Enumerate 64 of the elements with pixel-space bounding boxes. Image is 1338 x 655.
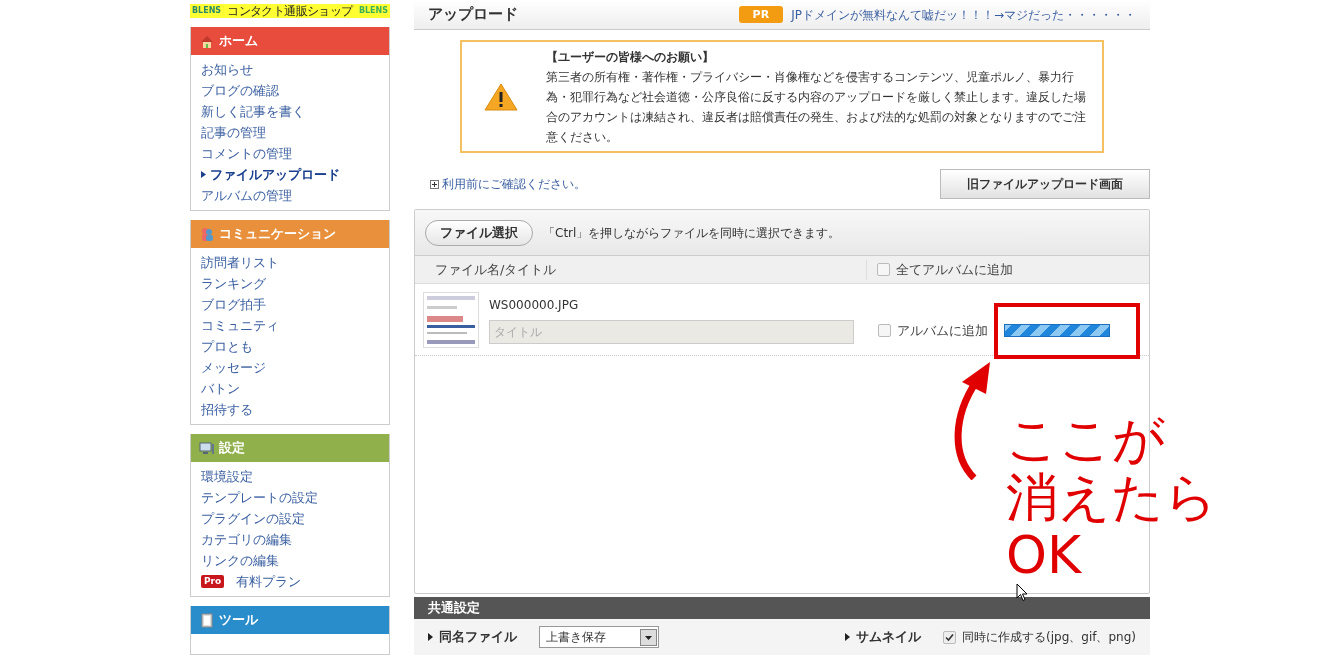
sidebar-link[interactable]: コメントの管理 [201, 143, 379, 164]
sidebar-link[interactable]: お知らせ [201, 59, 379, 80]
mouse-cursor [1016, 583, 1028, 602]
field-label: サムネイル [856, 628, 922, 647]
thumbnail-image [423, 291, 479, 348]
page-title: アップロード [428, 4, 518, 26]
field-label: 同名ファイル [439, 628, 517, 647]
checkbox-label: アルバムに追加 [897, 321, 988, 340]
triangle-icon [845, 633, 851, 642]
dropdown[interactable]: 上書き保存 [539, 626, 659, 649]
check-icon [945, 632, 955, 642]
sidebar-link[interactable]: リンクの編集 [201, 550, 379, 571]
section-header[interactable]: ツール [191, 606, 389, 634]
logo-tagline: コンタクト通販ショップ [227, 4, 353, 18]
notice-text: 第三者の所有権・著作権・プライバシー・肖像権などを侵害するコンテンツ、児童ポルノ、暴力行為・犯罪行為など社会道徳・公序良俗に反する内容のアップロードを厳しく禁止します。違反した場合のアカウントは凍結され、違反者は賠償責任の発生、および法的な処罰の対象となりますのでご注意ください。 [546, 68, 1087, 146]
sidebar-link[interactable]: ファイルアップロード [201, 164, 379, 185]
triangle-icon [428, 633, 433, 642]
checkbox[interactable] [877, 263, 890, 276]
file-name: WS000000.JPG [489, 296, 580, 314]
checkbox-label: 全てアルバムに追加 [896, 260, 1013, 279]
expand-icon [430, 179, 439, 189]
section-header[interactable]: ホーム [191, 27, 389, 55]
old-upload-button[interactable]: 旧ファイルアップロード画面 [940, 169, 1150, 199]
checkbox[interactable] [943, 630, 957, 644]
section-header: 共通設定 [414, 597, 1150, 620]
sidebar-link[interactable]: プロとも [201, 336, 379, 357]
warning-icon [484, 81, 518, 112]
monitor-icon [199, 440, 215, 456]
file-select-button[interactable]: ファイル選択 [425, 219, 533, 246]
help-link[interactable]: 利用前にご確認ください。 [430, 175, 586, 193]
pro-badge: Pro [201, 575, 225, 588]
book-icon [199, 612, 215, 628]
sidebar-link[interactable]: ブログの確認 [201, 80, 379, 101]
home-icon [199, 33, 215, 49]
checkbox-label: 同時に作成する(jpg、gif、png) [962, 629, 1136, 647]
sidebar-link[interactable]: 新しく記事を書く [201, 101, 379, 122]
sidebar-link[interactable]: 招待する [201, 399, 379, 420]
column-header: ファイル名/タイトル [415, 259, 867, 280]
people-icon [199, 226, 215, 242]
sidebar-link[interactable]: 記事の管理 [201, 122, 379, 143]
sidebar-link[interactable]: プラグインの設定 [201, 508, 379, 529]
logo-brand: BLENS [358, 5, 388, 17]
sidebar-link[interactable]: テンプレートの設定 [201, 487, 379, 508]
sidebar-link[interactable]: カテゴリの編集 [201, 529, 379, 550]
pr-link[interactable]: JPドメインが無料なんて嘘だッ！！！→マジだった・・・・・・ [791, 5, 1136, 24]
sidebar-link[interactable]: 訪問者リスト [201, 252, 379, 273]
sidebar-link[interactable]: 環境設定 [201, 466, 379, 487]
triangle-icon [201, 171, 206, 178]
notice-heading: 【ユーザーの皆様へのお願い】 [546, 48, 715, 66]
sidebar-link[interactable]: バトン [201, 378, 379, 399]
annotation-text: OK [1006, 526, 1083, 584]
logo-brand: BLENS [192, 5, 222, 17]
logo-banner[interactable]: BLENS コンタクト通販ショップ BLENS [190, 4, 390, 18]
sidebar-link[interactable]: ブログ拍手 [201, 294, 379, 315]
annotation-text: ここが [1006, 410, 1166, 468]
sidebar-link[interactable]: ランキング [201, 273, 379, 294]
sidebar-link[interactable]: アルバムの管理 [201, 185, 379, 206]
hint-text: 「Ctrl」を押しながらファイルを同時に選択できます。 [543, 224, 841, 242]
annotation-text: 消えたら [1006, 468, 1217, 526]
sidebar-link[interactable]: コミュニティ [201, 315, 379, 336]
checkbox[interactable] [878, 324, 891, 337]
sidebar-link[interactable]: Pro 有料プラン [201, 571, 379, 592]
sidebar-link[interactable]: メッセージ [201, 357, 379, 378]
pr-badge: PR [738, 6, 784, 23]
